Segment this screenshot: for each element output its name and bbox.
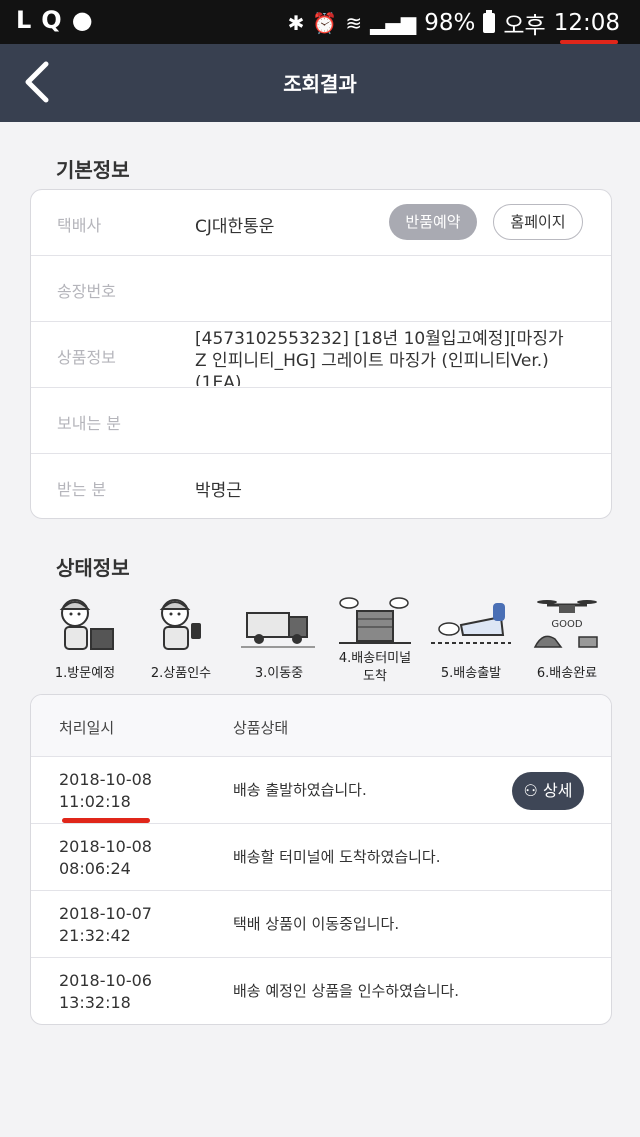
step-terminal-arrived: 4.배송터미널도착 bbox=[330, 595, 420, 690]
info-row-sender: 보내는 분 bbox=[31, 388, 611, 454]
basic-info-card: 택배사 CJ대한통운 반품예약 홈페이지 송장번호 상품정보 [45731025… bbox=[30, 189, 612, 519]
row-status: 배송 출발하였습니다. bbox=[233, 781, 367, 799]
row-datetime: 2018-10-08 11:02:18 bbox=[59, 769, 152, 813]
courier-name: CJ대한통운 bbox=[195, 217, 275, 237]
svg-text:GOOD: GOOD bbox=[551, 619, 582, 630]
info-label: 받는 분 bbox=[57, 480, 107, 499]
step-picked-up: 2.상품인수 bbox=[136, 595, 226, 690]
row-status: 배송 예정인 상품을 인수하였습니다. bbox=[233, 982, 460, 1000]
table-row: 2018-10-07 21:32:42 택배 상품이 이동중입니다. bbox=[31, 891, 611, 958]
step-label: 5.배송출발 bbox=[440, 666, 502, 681]
info-label: 송장번호 bbox=[57, 282, 116, 301]
page-title: 조회결과 bbox=[283, 72, 357, 96]
status-icon-l: L bbox=[16, 6, 32, 34]
receiver-name: 박명근 bbox=[195, 481, 242, 501]
detail-label: 상세 bbox=[542, 781, 573, 800]
step-label: 2.상품인수 bbox=[150, 666, 212, 681]
status-bar: L Q ● ✱ ⏰ ≋ ▂▄▆ 98% 오후 12:08 bbox=[0, 0, 640, 44]
step-departed: 5.배송출발 bbox=[426, 595, 516, 690]
info-label: 택배사 bbox=[57, 216, 102, 235]
row-datetime: 2018-10-07 21:32:42 bbox=[59, 903, 152, 947]
info-label: 상품정보 bbox=[57, 348, 116, 367]
courier-box-icon bbox=[59, 599, 114, 650]
drone-good-icon: GOOD bbox=[533, 600, 598, 648]
status-bar-left: L Q ● bbox=[16, 6, 93, 34]
return-reservation-button[interactable]: 반품예약 bbox=[389, 204, 477, 240]
wifi-icon: ≋ bbox=[345, 11, 363, 35]
app-header: 조회결과 bbox=[0, 44, 640, 122]
basic-info-title: 기본정보 bbox=[56, 158, 130, 182]
detail-button[interactable]: ⚇ 상세 bbox=[512, 772, 584, 810]
row-datetime: 2018-10-08 08:06:24 bbox=[59, 836, 152, 880]
bluetooth-icon: ✱ bbox=[287, 11, 305, 35]
row-time: 08:06:24 bbox=[59, 859, 131, 878]
row-status: 택배 상품이 이동중입니다. bbox=[233, 915, 400, 933]
step-label: 3.이동중 bbox=[254, 666, 304, 681]
product-info: [4573102553232] [18년 10월입고예정][마징가Z 인피니티_… bbox=[195, 329, 564, 386]
step-in-transit: 3.이동중 bbox=[234, 595, 324, 690]
table-row: 2018-10-08 11:02:18 배송 출발하였습니다. ⚇ 상세 bbox=[31, 757, 611, 824]
app-icon: ● bbox=[71, 6, 93, 34]
row-date: 2018-10-08 bbox=[59, 770, 152, 789]
status-info-title: 상태정보 bbox=[56, 556, 130, 580]
signal-icon: ▂▄▆ bbox=[370, 11, 417, 35]
delivery-departure-icon bbox=[431, 603, 511, 644]
red-underline-time bbox=[62, 818, 150, 823]
step-label-line2: 도착 bbox=[363, 669, 387, 684]
row-time: 13:32:18 bbox=[59, 993, 131, 1012]
step-label-line1: 4.배송터미널 bbox=[338, 651, 412, 666]
info-row-invoice: 송장번호 bbox=[31, 256, 611, 322]
clock: 12:08 bbox=[553, 10, 620, 36]
truck-icon bbox=[241, 612, 315, 648]
info-row-product: 상품정보 [4573102553232] [18년 10월입고예정][마징가Z … bbox=[31, 322, 611, 388]
status-bar-right: ✱ ⏰ ≋ ▂▄▆ 98% 오후 12:08 bbox=[288, 6, 620, 40]
row-datetime: 2018-10-06 13:32:18 bbox=[59, 970, 152, 1014]
delivery-steps: 1.방문예정 2.상품인수 3.이동중 4.배송터미널 도착 5.배송출발 GO… bbox=[40, 595, 610, 690]
alarm-icon: ⏰ bbox=[312, 11, 338, 35]
row-date: 2018-10-08 bbox=[59, 837, 152, 856]
battery-icon bbox=[483, 10, 496, 33]
row-time: 11:02:18 bbox=[59, 792, 131, 811]
person-icon: ⚇ bbox=[523, 781, 538, 800]
step-label: 4.배송터미널도착 bbox=[326, 650, 424, 686]
homepage-button[interactable]: 홈페이지 bbox=[493, 204, 583, 240]
info-row-courier: 택배사 CJ대한통운 반품예약 홈페이지 bbox=[31, 190, 611, 256]
step-delivered: GOOD 6.배송완료 bbox=[522, 595, 612, 690]
ampm-label: 오후 bbox=[503, 13, 546, 39]
info-label: 보내는 분 bbox=[57, 414, 121, 433]
row-date: 2018-10-07 bbox=[59, 904, 152, 923]
step-label: 1.방문예정 bbox=[54, 666, 116, 681]
terminal-building-icon bbox=[339, 597, 411, 644]
step-visit-scheduled: 1.방문예정 bbox=[40, 595, 130, 690]
status-table-header: 처리일시 상품상태 bbox=[31, 695, 611, 757]
col-header-status: 상품상태 bbox=[233, 719, 289, 737]
row-date: 2018-10-06 bbox=[59, 971, 152, 990]
col-header-time: 처리일시 bbox=[59, 719, 115, 737]
table-row: 2018-10-06 13:32:18 배송 예정인 상품을 인수하였습니다. bbox=[31, 958, 611, 1024]
status-table: 처리일시 상품상태 2018-10-08 11:02:18 배송 출발하였습니다… bbox=[30, 694, 612, 1025]
row-status: 배송할 터미널에 도착하였습니다. bbox=[233, 848, 441, 866]
table-row: 2018-10-08 08:06:24 배송할 터미널에 도착하였습니다. bbox=[31, 824, 611, 891]
courier-phone-icon bbox=[159, 599, 201, 650]
status-icon-q: Q bbox=[41, 6, 62, 34]
row-time: 21:32:42 bbox=[59, 926, 131, 945]
step-label: 6.배송완료 bbox=[536, 666, 598, 681]
info-row-receiver: 받는 분 박명근 bbox=[31, 454, 611, 518]
battery-percent: 98% bbox=[424, 10, 476, 36]
